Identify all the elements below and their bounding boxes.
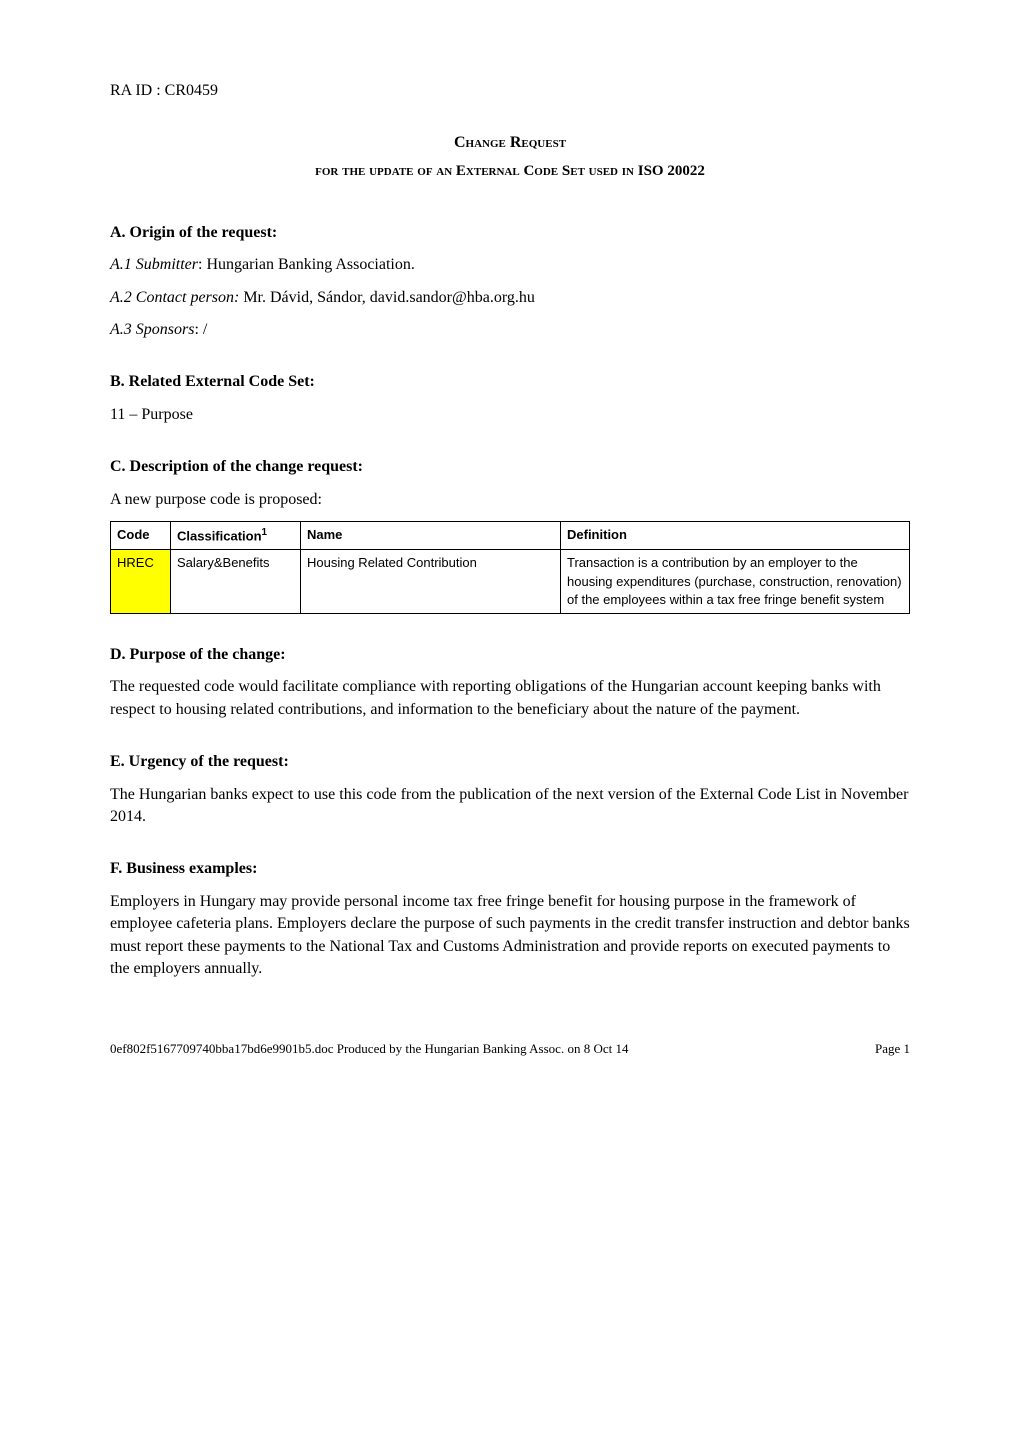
section-e-heading: E. Urgency of the request: [110,751,910,773]
section-f-body: Employers in Hungary may provide persona… [110,891,910,981]
a1-value: : Hungarian Banking Association. [198,256,415,273]
a3-value: : / [194,321,207,338]
footer-right: Page 1 [875,1040,910,1058]
td-definition: Transaction is a contribution by an empl… [561,550,910,614]
th-name: Name [301,521,561,550]
section-c-heading: C. Description of the change request: [110,456,910,478]
section-f-heading: F. Business examples: [110,858,910,880]
title-main: Change Request [110,132,910,154]
a2-value: Mr. Dávid, Sándor, david.sandor@hba.org.… [239,289,535,306]
th-definition: Definition [561,521,910,550]
td-code: HREC [111,550,171,614]
title-sub-prefix: for the update of an External Code Set u… [315,163,638,179]
th-classification-sup: 1 [262,527,268,538]
a3-line: A.3 Sponsors: / [110,319,910,341]
section-b-body: 11 – Purpose [110,404,910,426]
th-classification-text: Classification [177,528,262,543]
code-table: Code Classification1 Name Definition HRE… [110,521,910,614]
title-sub: for the update of an External Code Set u… [110,161,910,182]
section-d-heading: D. Purpose of the change: [110,644,910,666]
section-b-heading: B. Related External Code Set: [110,371,910,393]
page-footer: 0ef802f5167709740bba17bd6e9901b5.doc Pro… [110,1040,910,1058]
footer-left: 0ef802f5167709740bba17bd6e9901b5.doc Pro… [110,1040,628,1058]
th-classification: Classification1 [171,521,301,550]
section-e-body: The Hungarian banks expect to use this c… [110,784,910,829]
section-c-intro: A new purpose code is proposed: [110,489,910,511]
a2-label: A.2 Contact person: [110,289,239,306]
table-header-row: Code Classification1 Name Definition [111,521,910,550]
section-a-heading: A. Origin of the request: [110,222,910,244]
section-d-body: The requested code would facilitate comp… [110,676,910,721]
td-classification: Salary&Benefits [171,550,301,614]
a2-line: A.2 Contact person: Mr. Dávid, Sándor, d… [110,287,910,309]
document-id: RA ID : CR0459 [110,80,910,102]
td-name: Housing Related Contribution [301,550,561,614]
th-code: Code [111,521,171,550]
a1-line: A.1 Submitter: Hungarian Banking Associa… [110,254,910,276]
table-row: HREC Salary&Benefits Housing Related Con… [111,550,910,614]
title-sub-iso: ISO 20022 [638,163,705,179]
a1-label: A.1 Submitter [110,256,198,273]
a3-label: A.3 Sponsors [110,321,194,338]
